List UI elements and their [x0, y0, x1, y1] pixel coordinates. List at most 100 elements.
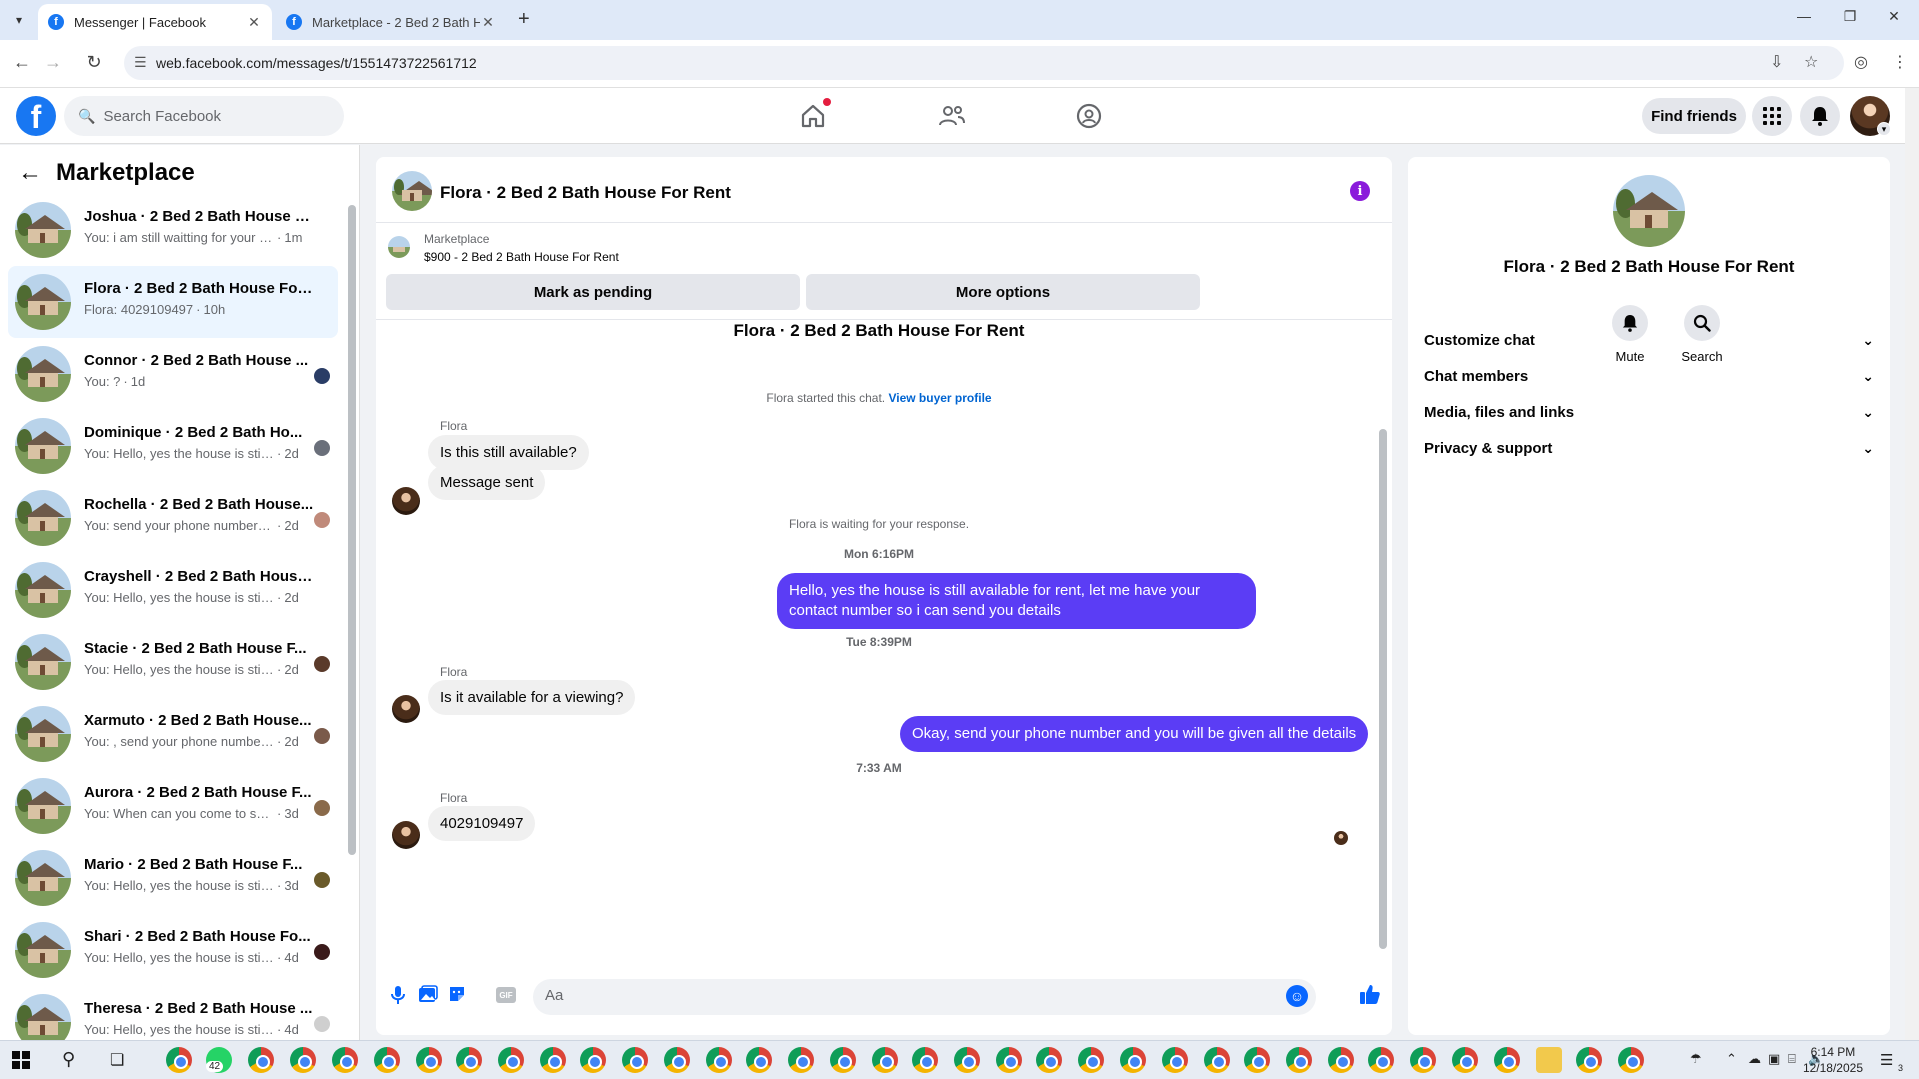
conversation-item[interactable]: Mario · 2 Bed 2 Bath House F... You: Hell… [8, 842, 338, 914]
chrome-icon[interactable] [290, 1047, 316, 1073]
tab-search-chevron-icon[interactable]: ▾ [8, 10, 30, 30]
chevron-down-icon[interactable]: ▾ [1877, 122, 1891, 136]
find-friends-button[interactable]: Find friends [1642, 98, 1746, 134]
conversation-item[interactable]: Stacie · 2 Bed 2 Bath House F... You: Hel… [8, 626, 338, 698]
chrome-icon[interactable] [664, 1047, 690, 1073]
chrome-icon[interactable] [622, 1047, 648, 1073]
like-thumb-icon[interactable] [1359, 983, 1381, 1010]
chrome-icon[interactable] [332, 1047, 358, 1073]
chrome-icon[interactable] [498, 1047, 524, 1073]
mark-as-pending-button[interactable]: Mark as pending [386, 274, 800, 310]
chrome-icon[interactable] [1120, 1047, 1146, 1073]
minimize-icon[interactable]: — [1784, 8, 1824, 24]
facebook-search[interactable]: 🔍 [64, 96, 344, 136]
reload-icon[interactable]: ↻ [81, 52, 107, 73]
conversation-item[interactable]: Xarmuto · 2 Bed 2 Bath House... You: , se… [8, 698, 338, 770]
network-icon[interactable]: ⌸ [1788, 1051, 1796, 1067]
chrome-icon[interactable] [1576, 1047, 1602, 1073]
url-field[interactable]: ☰ web.facebook.com/messages/t/1551473722… [124, 46, 1844, 80]
outgoing-message[interactable]: Hello, yes the house is still available … [777, 573, 1256, 629]
browser-menu-icon[interactable]: ⋮ [1892, 52, 1908, 72]
chrome-icon[interactable] [580, 1047, 606, 1073]
emoji-icon[interactable]: ☺ [1286, 985, 1308, 1007]
notifications-bell-icon[interactable] [1800, 96, 1840, 136]
friends-icon[interactable] [936, 100, 972, 132]
conversation-item[interactable]: Rochella · 2 Bed 2 Bath House... You: sen… [8, 482, 338, 554]
home-icon[interactable] [797, 98, 833, 132]
customize-chat-section[interactable]: Customize chat ⌄ [1424, 322, 1874, 358]
chat-title[interactable]: Flora · 2 Bed 2 Bath House For Rent [440, 183, 731, 203]
forward-icon[interactable]: → [40, 52, 66, 73]
message-input-box[interactable]: ☺ [533, 979, 1316, 1015]
chrome-icon[interactable] [1452, 1047, 1478, 1073]
conversation-item[interactable]: Connor · 2 Bed 2 Bath House ... You: ? · 1d [8, 338, 338, 410]
listing-price-title[interactable]: $900 - 2 Bed 2 Bath House For Rent [424, 250, 619, 264]
search-input[interactable] [103, 107, 324, 125]
chrome-icon[interactable] [1494, 1047, 1520, 1073]
conversation-item[interactable]: Shari · 2 Bed 2 Bath House Fo... You: Hel… [8, 914, 338, 986]
incoming-message[interactable]: 4029109497 [428, 806, 536, 841]
chrome-icon[interactable] [1204, 1047, 1230, 1073]
chrome-icon[interactable] [1078, 1047, 1104, 1073]
conversation-item[interactable]: Flora · 2 Bed 2 Bath House For R... Flora… [8, 266, 338, 338]
chrome-icon[interactable] [954, 1047, 980, 1073]
show-hidden-icons-chevron[interactable]: ⌃ [1726, 1051, 1737, 1067]
sender-avatar[interactable] [392, 695, 420, 723]
chrome-icon[interactable] [746, 1047, 772, 1073]
close-tab-icon[interactable]: ✕ [246, 14, 262, 31]
conversation-item[interactable]: Crayshell · 2 Bed 2 Bath House F... You: … [8, 554, 338, 626]
chrome-icon[interactable] [1162, 1047, 1188, 1073]
windows-start-icon[interactable] [12, 1051, 30, 1069]
weather-icon[interactable]: ☂ [1690, 1051, 1702, 1067]
microphone-icon[interactable] [390, 985, 406, 1010]
taskbar-clock[interactable]: 6:14 PM 12/18/2025 [1803, 1044, 1863, 1076]
gif-icon[interactable]: GIF [496, 987, 516, 1003]
browser-tab-marketplace[interactable]: f Marketplace - 2 Bed 2 Bath Hou ✕ [276, 4, 506, 40]
chrome-icon[interactable] [456, 1047, 482, 1073]
chrome-icon[interactable] [1410, 1047, 1436, 1073]
chrome-icon[interactable] [872, 1047, 898, 1073]
conversation-item[interactable]: Aurora · 2 Bed 2 Bath House F... You: Whe… [8, 770, 338, 842]
message-input[interactable] [545, 987, 1265, 1004]
onedrive-icon[interactable]: ☁ [1748, 1051, 1761, 1067]
new-tab-plus-icon[interactable]: + [518, 8, 530, 31]
restore-icon[interactable]: ❐ [1830, 8, 1870, 25]
chrome-icon[interactable] [912, 1047, 938, 1073]
listing-thumbnail[interactable] [392, 171, 432, 211]
outgoing-message[interactable]: Okay, send your phone number and you wil… [900, 716, 1369, 752]
profile-icon[interactable]: ◎ [1854, 52, 1868, 72]
media-files-links-section[interactable]: Media, files and links ⌄ [1424, 394, 1874, 430]
chat-members-section[interactable]: Chat members ⌄ [1424, 358, 1874, 394]
facebook-logo-icon[interactable]: f [16, 96, 56, 136]
incoming-message[interactable]: Message sent [428, 465, 546, 500]
close-tab-icon[interactable]: ✕ [480, 14, 496, 31]
chrome-icon[interactable] [374, 1047, 400, 1073]
chrome-icon[interactable] [1036, 1047, 1062, 1073]
chrome-icon[interactable] [996, 1047, 1022, 1073]
site-info-icon[interactable]: ☰ [134, 54, 147, 71]
chrome-icon[interactable] [1328, 1047, 1354, 1073]
view-buyer-profile-link[interactable]: View buyer profile [888, 391, 991, 405]
close-window-icon[interactable]: ✕ [1874, 8, 1914, 25]
chrome-icon[interactable] [1286, 1047, 1312, 1073]
menu-grid-icon[interactable] [1752, 96, 1792, 136]
browser-tab-messenger[interactable]: f Messenger | Facebook ✕ [38, 4, 272, 40]
chrome-icon[interactable] [1368, 1047, 1394, 1073]
page-scrollbar[interactable] [1905, 88, 1919, 1040]
chrome-icon[interactable] [706, 1047, 732, 1073]
sender-avatar[interactable] [392, 821, 420, 849]
more-options-button[interactable]: More options [806, 274, 1200, 310]
chrome-icon[interactable] [1244, 1047, 1270, 1073]
install-app-icon[interactable]: ⇩ [1770, 52, 1783, 72]
chrome-icon[interactable] [166, 1047, 192, 1073]
conversation-item[interactable]: Dominique · 2 Bed 2 Bath Ho... You: Hello… [8, 410, 338, 482]
listing-thumbnail-large[interactable] [1613, 175, 1685, 247]
chrome-icon[interactable] [1618, 1047, 1644, 1073]
privacy-support-section[interactable]: Privacy & support ⌄ [1424, 430, 1874, 466]
task-view-icon[interactable]: ❏ [110, 1050, 124, 1070]
chrome-icon[interactable] [788, 1047, 814, 1073]
url-text[interactable]: web.facebook.com/messages/t/155147372256… [156, 55, 477, 71]
taskbar-search-icon[interactable]: ⚲ [62, 1049, 75, 1070]
bookmark-star-icon[interactable]: ☆ [1804, 52, 1818, 72]
sender-avatar[interactable] [392, 487, 420, 515]
